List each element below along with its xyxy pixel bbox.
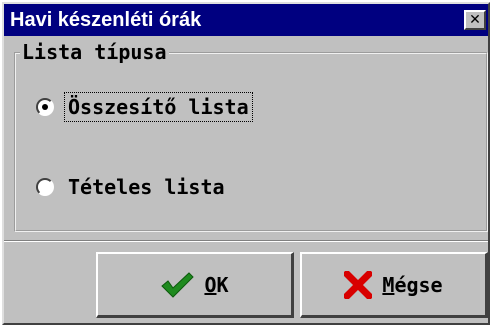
group-legend: Lista típusa (20, 40, 169, 64)
list-type-groupbox: Lista típusa Összesítő lista Tételes lis… (14, 40, 488, 232)
radio-button-summary[interactable] (36, 98, 54, 116)
radio-button-itemized[interactable] (36, 178, 54, 196)
radio-option-itemized[interactable]: Tételes lista (36, 172, 229, 202)
x-icon (344, 270, 373, 299)
separator (4, 240, 488, 242)
radio-option-summary[interactable]: Összesítő lista (36, 92, 253, 122)
radio-label-itemized[interactable]: Tételes lista (64, 172, 229, 202)
cancel-button[interactable]: Mégse (300, 252, 488, 318)
close-button[interactable]: ✕ (464, 10, 486, 30)
ok-label: OK (204, 272, 229, 297)
window-title: Havi készenléti órák (10, 8, 202, 31)
ok-button[interactable]: OK (96, 252, 294, 318)
title-bar[interactable]: Havi készenléti órák ✕ (4, 4, 488, 36)
radio-selected-dot (42, 104, 48, 110)
cancel-label: Mégse (382, 272, 443, 297)
checkmark-icon (160, 271, 195, 299)
radio-label-summary[interactable]: Összesítő lista (64, 92, 253, 122)
close-icon: ✕ (469, 12, 481, 28)
dialog-window: Havi készenléti órák ✕ Lista típusa Össz… (2, 2, 490, 325)
